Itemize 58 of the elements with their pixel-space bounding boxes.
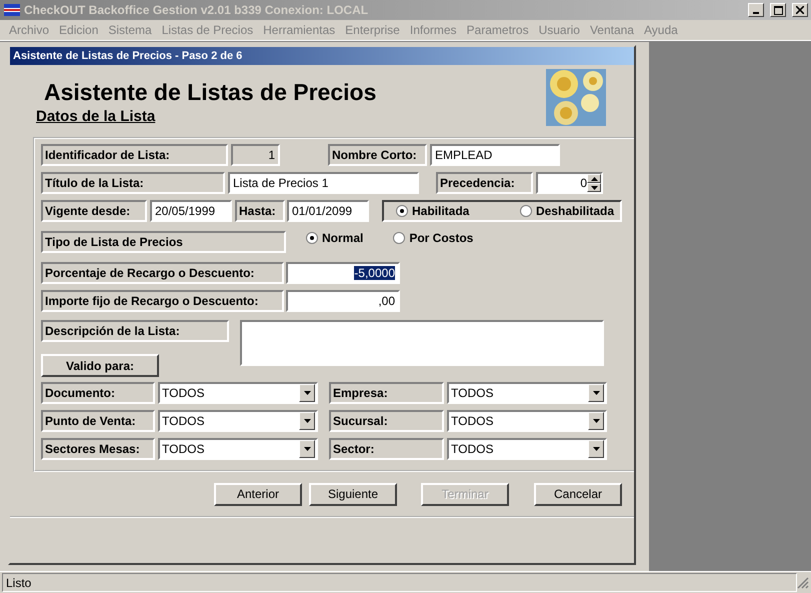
field-label: Sectores Mesas: bbox=[41, 438, 155, 460]
field-label: Tipo de Lista de Precios bbox=[41, 231, 286, 253]
radio-option[interactable]: Por Costos bbox=[393, 231, 474, 245]
field-label: Sector: bbox=[329, 438, 444, 460]
down-arrow-icon bbox=[304, 447, 310, 451]
app-icon bbox=[4, 4, 20, 16]
maximize-button[interactable] bbox=[770, 3, 786, 17]
dropdown[interactable]: TODOS bbox=[447, 410, 607, 432]
field-label: Sucursal: bbox=[329, 410, 444, 432]
down-arrow-icon bbox=[592, 419, 600, 423]
field-label: Vigente desde: bbox=[41, 200, 147, 222]
status-text: Listo bbox=[2, 573, 797, 592]
field-label: Documento: bbox=[41, 382, 155, 404]
field-label: Nombre Corto: bbox=[328, 144, 427, 166]
description-field[interactable] bbox=[240, 320, 604, 366]
dropdown[interactable]: TODOS bbox=[158, 410, 318, 432]
input-field[interactable]: ,00 bbox=[286, 290, 400, 312]
field-label: Punto de Venta: bbox=[41, 410, 155, 432]
down-arrow-icon bbox=[592, 447, 600, 451]
minimize-button[interactable] bbox=[748, 3, 764, 17]
down-arrow-icon bbox=[590, 186, 598, 190]
field-label: Descripción de la Lista: bbox=[41, 320, 229, 342]
window-title: CheckOUT Backoffice Gestion v2.01 b339 Conexion: LOCAL bbox=[24, 3, 370, 17]
input-field[interactable]: Lista de Precios 1 bbox=[228, 172, 419, 194]
field-label: Importe fijo de Recargo o Descuento: bbox=[41, 290, 284, 312]
down-arrow-icon bbox=[592, 391, 600, 395]
field-label: Porcentaje de Recargo o Descuento: bbox=[41, 262, 284, 284]
field-label: Título de la Lista: bbox=[41, 172, 225, 194]
date-field[interactable]: 20/05/1999 bbox=[150, 200, 232, 222]
field-label: Empresa: bbox=[329, 382, 444, 404]
field-label: Hasta: bbox=[235, 200, 285, 222]
wizard-heading: Asistente de Listas de Precios bbox=[43, 79, 376, 106]
radio-option[interactable]: Deshabilitada bbox=[520, 204, 614, 218]
wizard-title-bar: Asistente de Listas de Precios - Paso 2 de 6 bbox=[10, 47, 634, 65]
field-label: Identificador de Lista: bbox=[41, 144, 228, 166]
resize-grip-icon bbox=[797, 576, 809, 588]
wizard-button[interactable]: Cancelar bbox=[534, 482, 622, 506]
date-field[interactable]: 01/01/2099 bbox=[287, 200, 369, 222]
input-field[interactable]: -5,0000 bbox=[286, 262, 400, 284]
dropdown[interactable]: TODOS bbox=[447, 438, 607, 460]
dropdown[interactable]: TODOS bbox=[158, 438, 318, 460]
dropdown[interactable]: TODOS bbox=[158, 382, 318, 404]
close-button[interactable] bbox=[792, 3, 808, 17]
wizard-button[interactable]: Anterior bbox=[214, 482, 302, 506]
maximize-icon bbox=[774, 6, 782, 14]
wizard-button[interactable]: Siguiente bbox=[309, 482, 397, 506]
input-field[interactable]: EMPLEAD bbox=[430, 144, 560, 166]
up-arrow-icon bbox=[590, 176, 598, 180]
down-arrow-icon bbox=[304, 419, 310, 423]
radio-option[interactable]: Normal bbox=[306, 231, 364, 245]
field-label: Precedencia: bbox=[436, 172, 533, 194]
dropdown[interactable]: TODOS bbox=[447, 382, 607, 404]
section-title: Datos de la Lista bbox=[36, 108, 156, 125]
close-icon bbox=[796, 6, 804, 14]
radio-option[interactable]: Habilitada bbox=[396, 204, 470, 218]
valid-for-button[interactable]: Valido para: bbox=[41, 354, 159, 377]
down-arrow-icon bbox=[304, 391, 310, 395]
spin-field[interactable]: 0 bbox=[536, 172, 603, 194]
